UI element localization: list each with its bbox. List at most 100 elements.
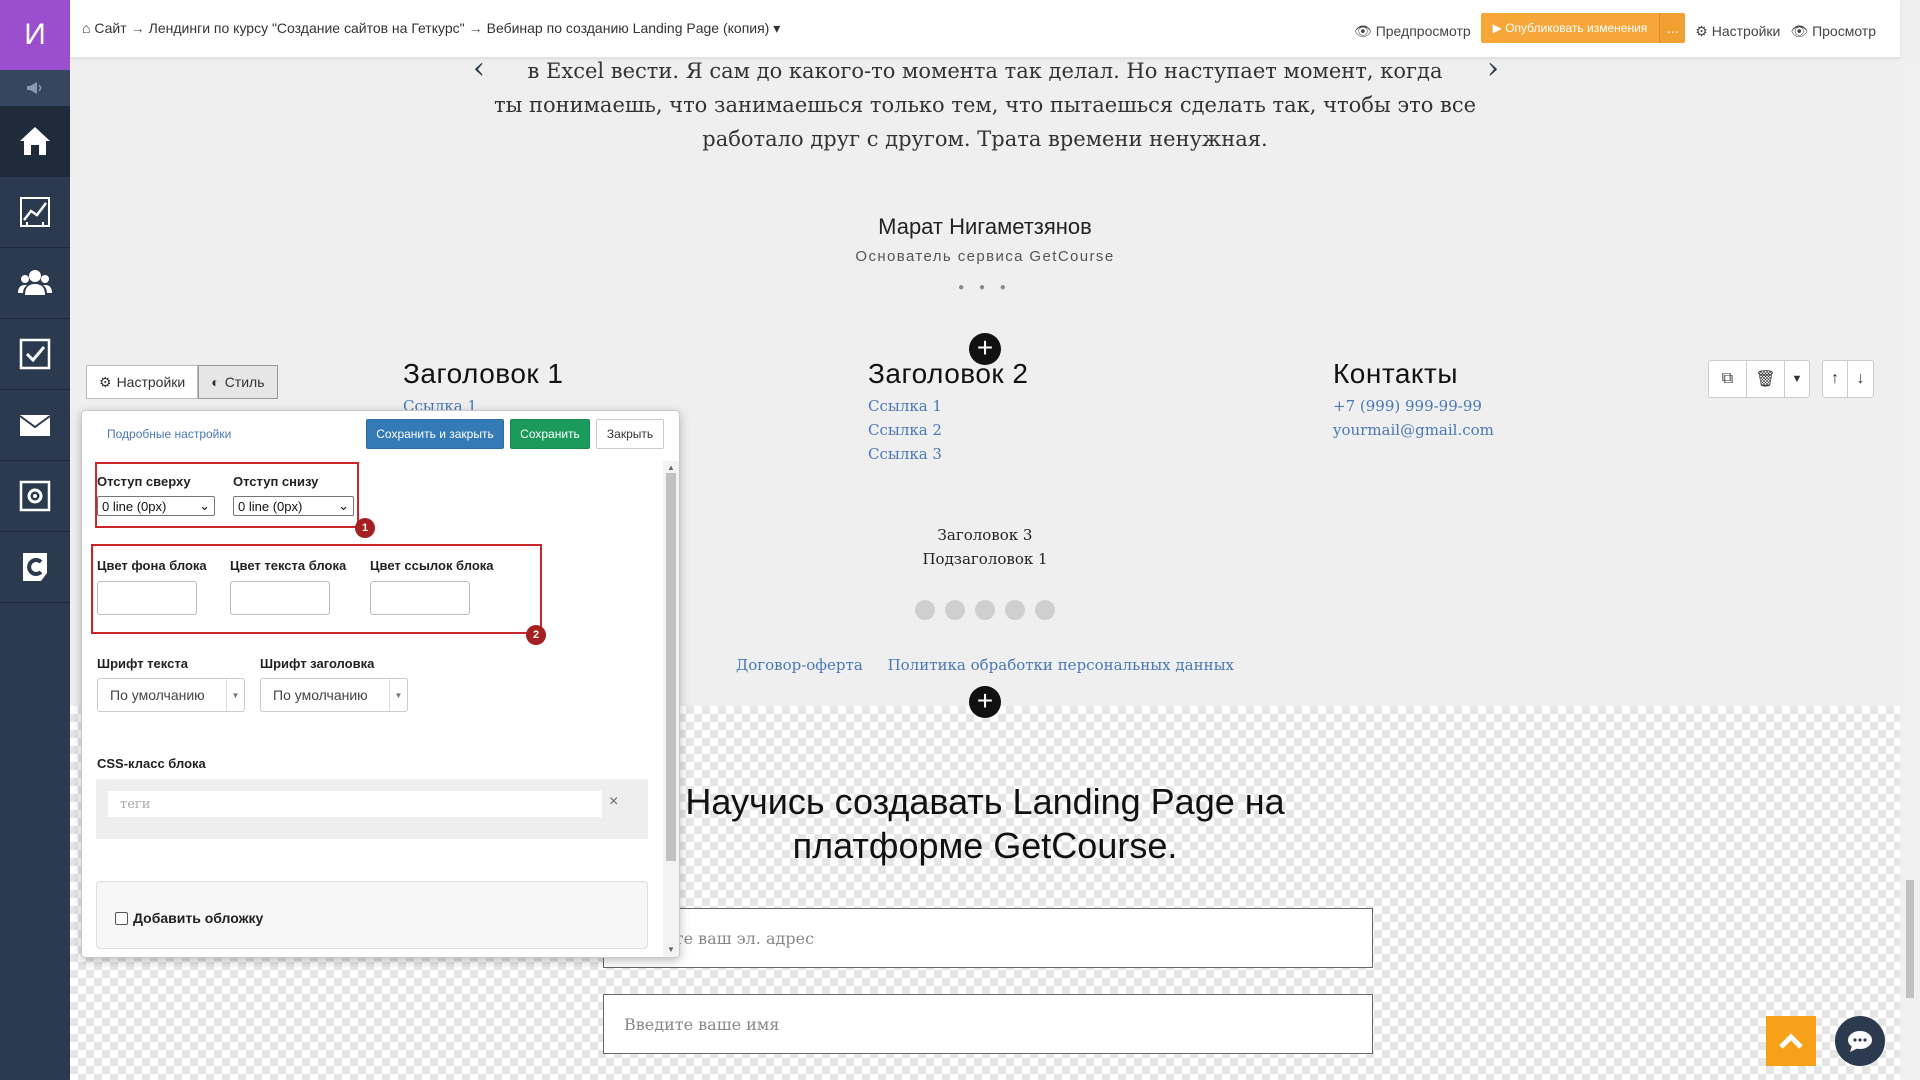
save-button[interactable]: Сохранить — [510, 419, 590, 449]
block-toolbar: ⧉ 🗑 ▼ ↑ ↓ — [1708, 360, 1874, 398]
chat-button[interactable] — [1835, 1016, 1885, 1066]
home-icon[interactable] — [0, 106, 70, 177]
scroll-down-icon[interactable]: ▼ — [667, 945, 675, 954]
footer-link[interactable]: Ссылка 2 — [868, 418, 1029, 442]
trash-icon[interactable]: 🗑 — [1747, 361, 1785, 397]
email-field[interactable]: Введите ваш эл. адрес — [603, 908, 1373, 968]
home-small-icon[interactable]: ⌂ — [82, 20, 90, 36]
scroll-top-button[interactable] — [1766, 1016, 1816, 1066]
tasks-icon[interactable] — [0, 319, 70, 390]
copy-icon[interactable]: ⧉ — [1709, 361, 1747, 397]
link-color-input[interactable] — [370, 581, 470, 615]
text-color-input[interactable] — [230, 581, 330, 615]
padding-bottom-select[interactable]: 0 line (0px) ⌄ — [233, 496, 354, 516]
arrow-up-icon[interactable]: ↑ — [1823, 361, 1848, 397]
footer-link[interactable]: Ссылка 3 — [868, 442, 1029, 466]
page-scrollbar[interactable] — [1900, 58, 1920, 1080]
privacy-link[interactable]: Политика обработки персональных данных — [888, 656, 1234, 674]
breadcrumb-item[interactable]: Вебинар по созданию Landing Page (копия) — [487, 20, 770, 36]
add-block-icon[interactable]: + — [969, 686, 1001, 718]
chevron-up-icon — [1779, 1033, 1803, 1049]
footer-col-1: Заголовок 1 Ссылка 1 — [403, 358, 564, 418]
view-link[interactable]: 👁 Просмотр — [1790, 23, 1876, 40]
sidebar: И — [0, 0, 70, 1080]
chevron-left-icon[interactable]: ‹ — [473, 58, 485, 86]
footer-col-title: Заголовок 1 — [403, 358, 564, 389]
panel-scrollbar[interactable]: ▲ ▼ — [663, 461, 679, 957]
page-scrollbar-thumb[interactable] — [1906, 880, 1914, 998]
save-and-close-button[interactable]: Сохранить и закрыть — [366, 419, 504, 449]
facebook-icon[interactable] — [945, 600, 965, 620]
users-icon[interactable] — [0, 248, 70, 319]
megaphone-icon[interactable] — [0, 70, 70, 106]
add-cover-label[interactable]: Добавить обложку — [133, 910, 263, 926]
chevron-down-icon: ⌄ — [338, 498, 349, 513]
messages-icon[interactable] — [0, 390, 70, 461]
preview-link[interactable]: 👁 Предпросмотр — [1354, 23, 1471, 40]
vk-icon[interactable] — [915, 600, 935, 620]
preview-label: Предпросмотр — [1375, 23, 1471, 39]
footer-col-3: Контакты +7 (999) 999-99-99 yourmail@gma… — [1333, 358, 1494, 442]
caret-down-icon[interactable]: ▾ — [773, 20, 780, 36]
footer-link[interactable]: Ссылка 1 — [868, 394, 1029, 418]
settings-link[interactable]: ⚙ Настройки — [1695, 23, 1780, 40]
text-font-label: Шрифт текста — [97, 656, 188, 671]
name-field[interactable]: Введите ваше имя — [603, 994, 1373, 1054]
close-button[interactable]: Закрыть — [596, 419, 664, 449]
breadcrumb-item[interactable]: Сайт — [94, 20, 126, 36]
eye-slash-icon: 👁 — [1354, 23, 1372, 39]
footer-email-link[interactable]: yourmail@gmail.com — [1333, 418, 1494, 442]
instagram-icon[interactable] — [975, 600, 995, 620]
publish-button[interactable]: ▶ Опубликовать изменения — [1480, 13, 1660, 43]
clear-icon[interactable]: × — [609, 793, 618, 811]
footer-col-title: Контакты — [1333, 358, 1458, 389]
analytics-icon[interactable] — [0, 177, 70, 248]
title-font-value: По умолчанию — [273, 687, 368, 703]
getcourse-icon[interactable] — [0, 532, 70, 603]
account-avatar[interactable]: И — [0, 0, 70, 70]
cover-box: Добавить обложку — [96, 881, 648, 949]
style-panel: Подробные настройки Сохранить и закрыть … — [81, 410, 680, 958]
tab-style[interactable]: ◐ Стиль — [198, 365, 278, 399]
padding-top-select[interactable]: 0 line (0px) ⌄ — [97, 496, 215, 516]
css-class-field: теги × — [96, 779, 648, 839]
eye-icon: 👁 — [1790, 23, 1809, 39]
panel-header: Подробные настройки Сохранить и закрыть … — [82, 411, 679, 453]
padding-top-value: 0 line (0px) — [102, 498, 167, 514]
title-font-label: Шрифт заголовка — [260, 656, 375, 671]
chevron-down-icon: ⌄ — [199, 498, 210, 513]
text-font-select[interactable]: По умолчанию ▼ — [97, 678, 245, 712]
contrast-icon: ◐ — [211, 374, 220, 390]
padding-top-label: Отступ сверху — [97, 474, 191, 489]
footer-phone-link[interactable]: +7 (999) 999-99-99 — [1333, 394, 1494, 418]
testimonial-text: ‹ › в Excel вести. Я сам до какого-то мо… — [70, 58, 1900, 156]
telegram-icon[interactable] — [1005, 600, 1025, 620]
advanced-settings-link[interactable]: Подробные настройки — [107, 427, 231, 441]
arrow-down-icon[interactable]: ↓ — [1848, 361, 1873, 397]
link-color-label: Цвет ссылок блока — [370, 558, 494, 573]
block-edit-group: ⧉ 🗑 ▼ — [1708, 360, 1810, 398]
tags-input[interactable]: теги — [108, 791, 602, 817]
caret-down-icon[interactable]: ▼ — [1785, 361, 1809, 397]
settings-icon[interactable] — [0, 461, 70, 532]
publish-more-button[interactable]: ... — [1659, 13, 1686, 43]
caret-down-icon: ▼ — [389, 679, 407, 711]
offer-link[interactable]: Договор-оферта — [736, 656, 863, 674]
css-class-label: CSS-класс блока — [97, 756, 206, 771]
bg-color-label: Цвет фона блока — [97, 558, 207, 573]
youtube-icon[interactable] — [1035, 600, 1055, 620]
testimonial-author: Марат Нигаметзянов — [878, 214, 1092, 239]
tab-settings[interactable]: ⚙ Настройки — [86, 365, 199, 399]
scroll-up-icon[interactable]: ▲ — [667, 463, 675, 472]
panel-scrollbar-thumb[interactable] — [666, 473, 676, 861]
chevron-right-icon[interactable]: › — [1487, 58, 1499, 86]
text-font-value: По умолчанию — [110, 687, 205, 703]
settings-label: Настройки — [1711, 23, 1781, 39]
bg-color-input[interactable] — [97, 581, 197, 615]
title-font-select[interactable]: По умолчанию ▼ — [260, 678, 408, 712]
carousel-dots[interactable]: ● ● ● — [70, 282, 1900, 293]
breadcrumb-item[interactable]: Лендинги по курсу "Создание сайтов на Ге… — [149, 20, 465, 36]
breadcrumb: ⌂ Сайт → Лендинги по курсу "Создание сайто… — [82, 20, 781, 36]
publish-group: ▶ Опубликовать изменения ... — [1480, 13, 1686, 43]
add-cover-checkbox[interactable] — [115, 912, 128, 925]
